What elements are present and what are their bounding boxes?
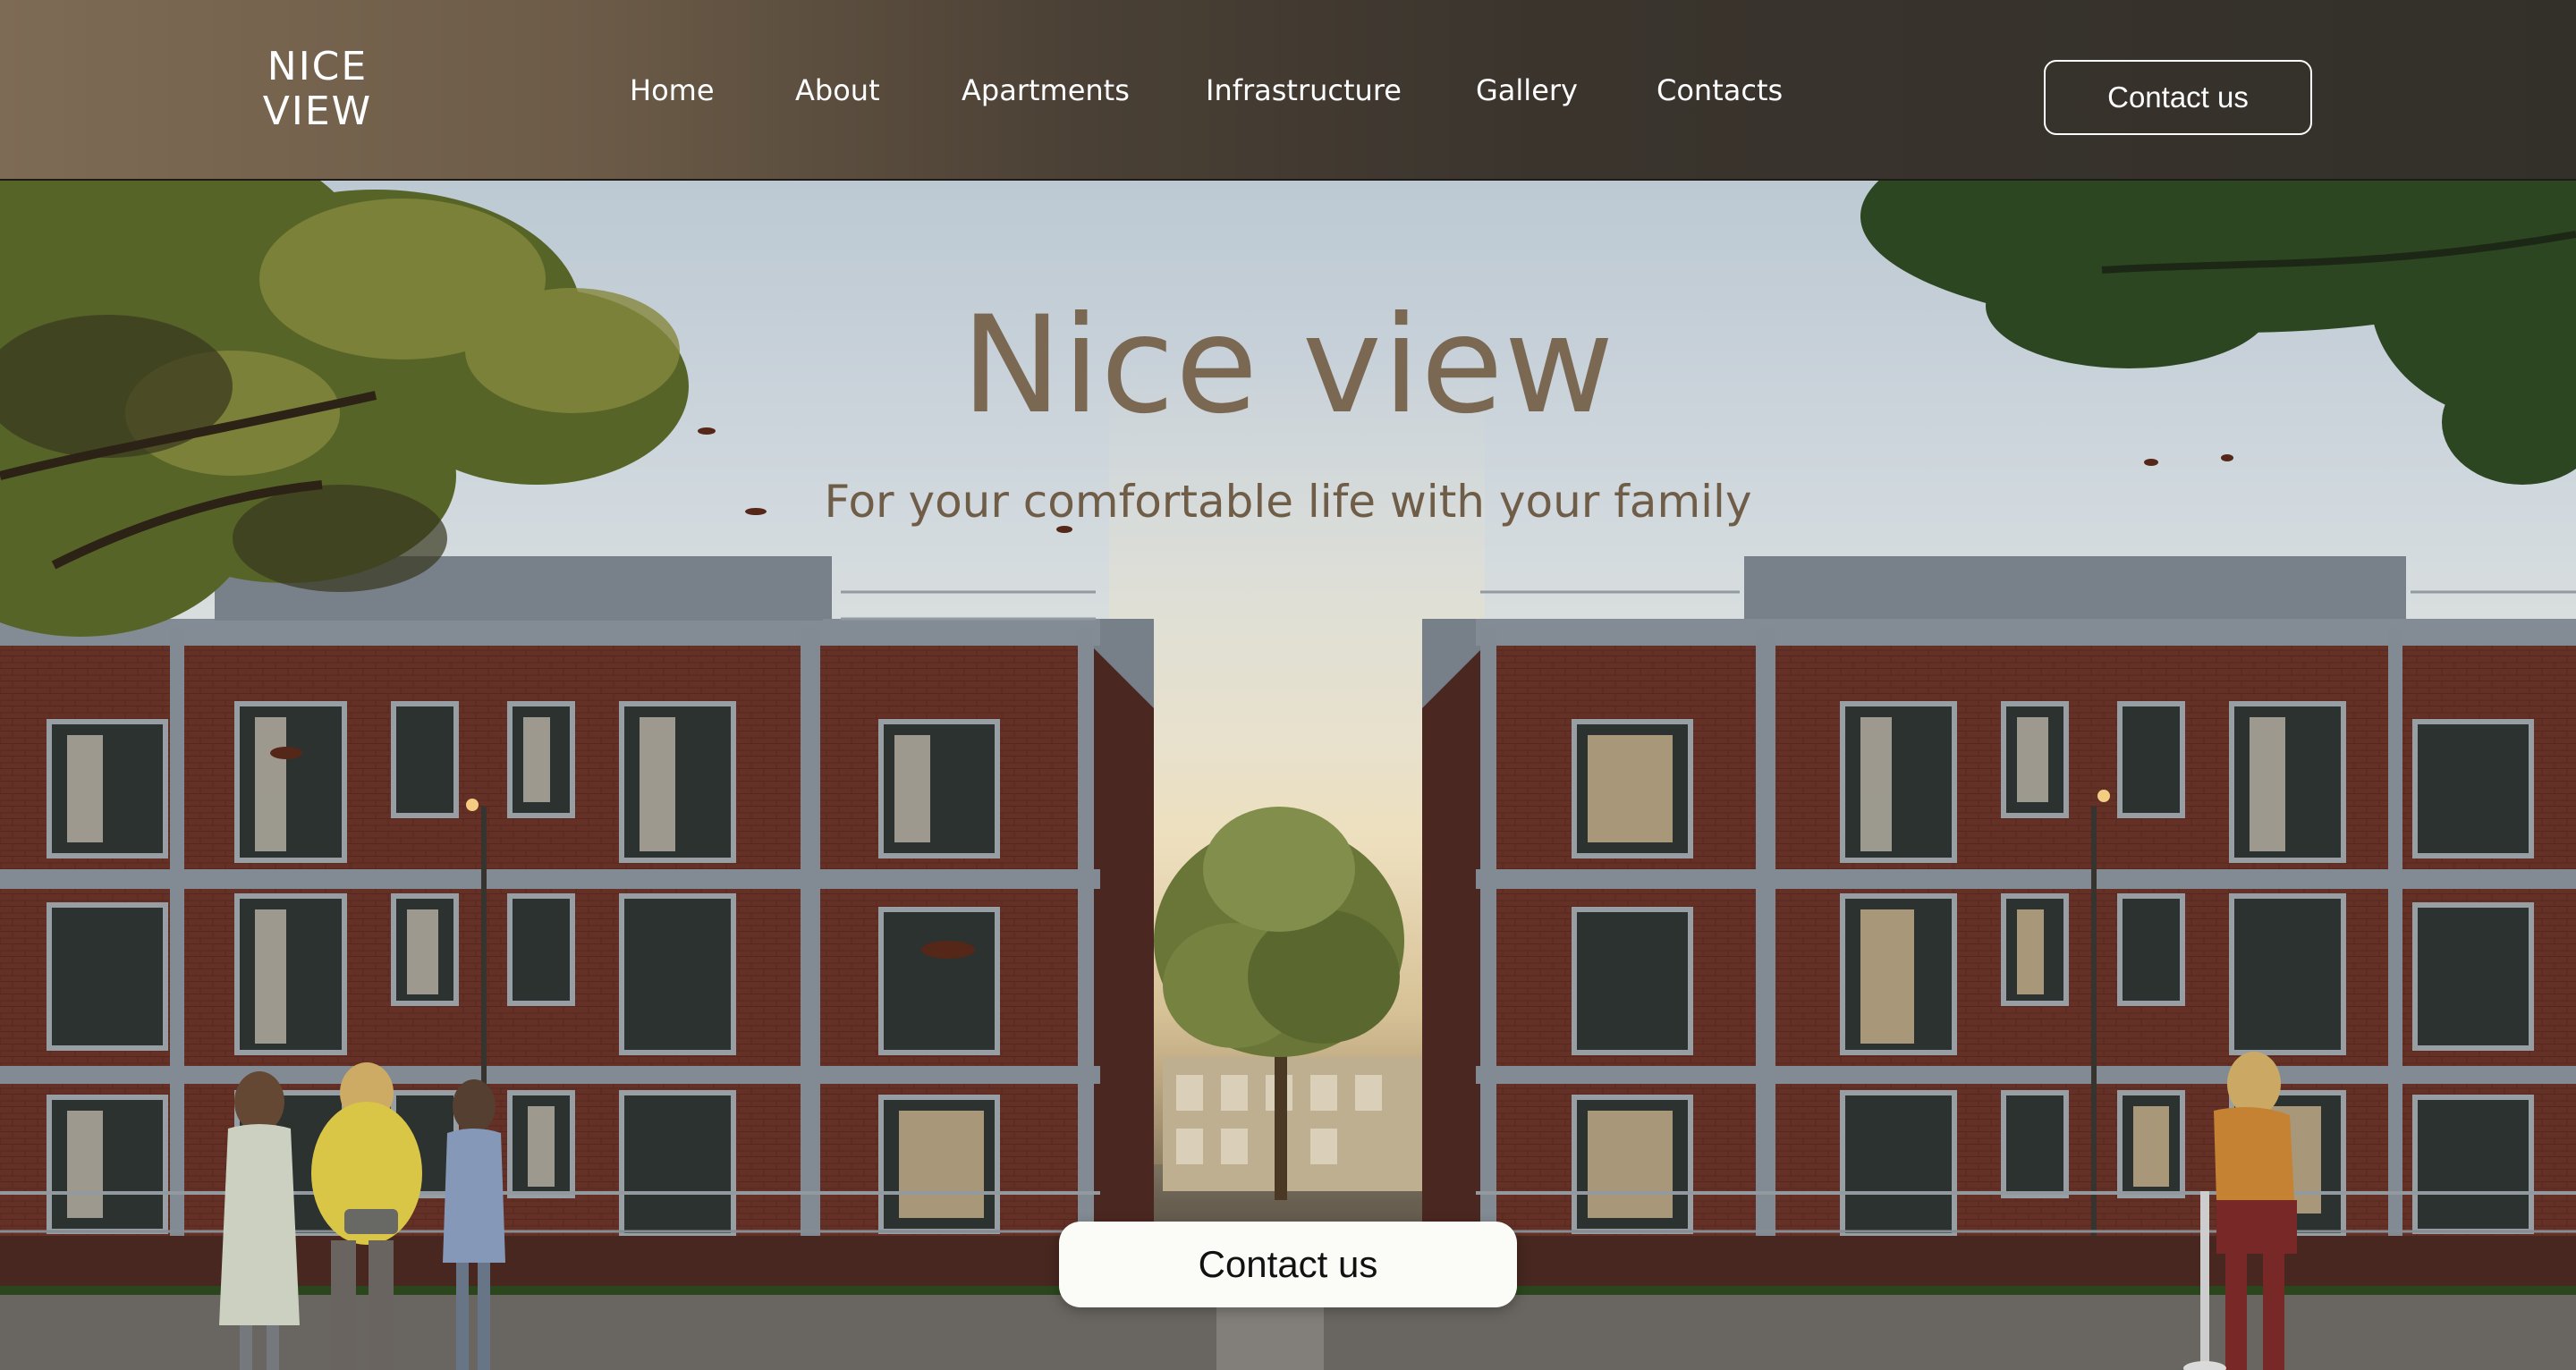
nav-link-gallery[interactable]: Gallery (1476, 73, 1578, 107)
nav-link-home[interactable]: Home (630, 73, 715, 107)
hero-section: Nice view For your comfortable life with… (0, 181, 2576, 1370)
hero-title: Nice view (961, 288, 1615, 444)
hero-contact-button[interactable]: Contact us (1059, 1222, 1517, 1307)
nav-link-apartments[interactable]: Apartments (962, 73, 1130, 107)
logo-line-2: VIEW (262, 89, 373, 134)
header-contact-button[interactable]: Contact us (2044, 60, 2312, 135)
hero-subtitle: For your comfortable life with your fami… (824, 476, 1752, 528)
site-header: NICE VIEW Home About Apartments Infrastr… (0, 0, 2576, 181)
logo-line-1: NICE (267, 44, 369, 89)
nav-link-about[interactable]: About (795, 73, 880, 107)
nav-link-contacts[interactable]: Contacts (1657, 73, 1783, 107)
nav-link-infrastructure[interactable]: Infrastructure (1206, 73, 1402, 107)
logo[interactable]: NICE VIEW (259, 45, 376, 134)
